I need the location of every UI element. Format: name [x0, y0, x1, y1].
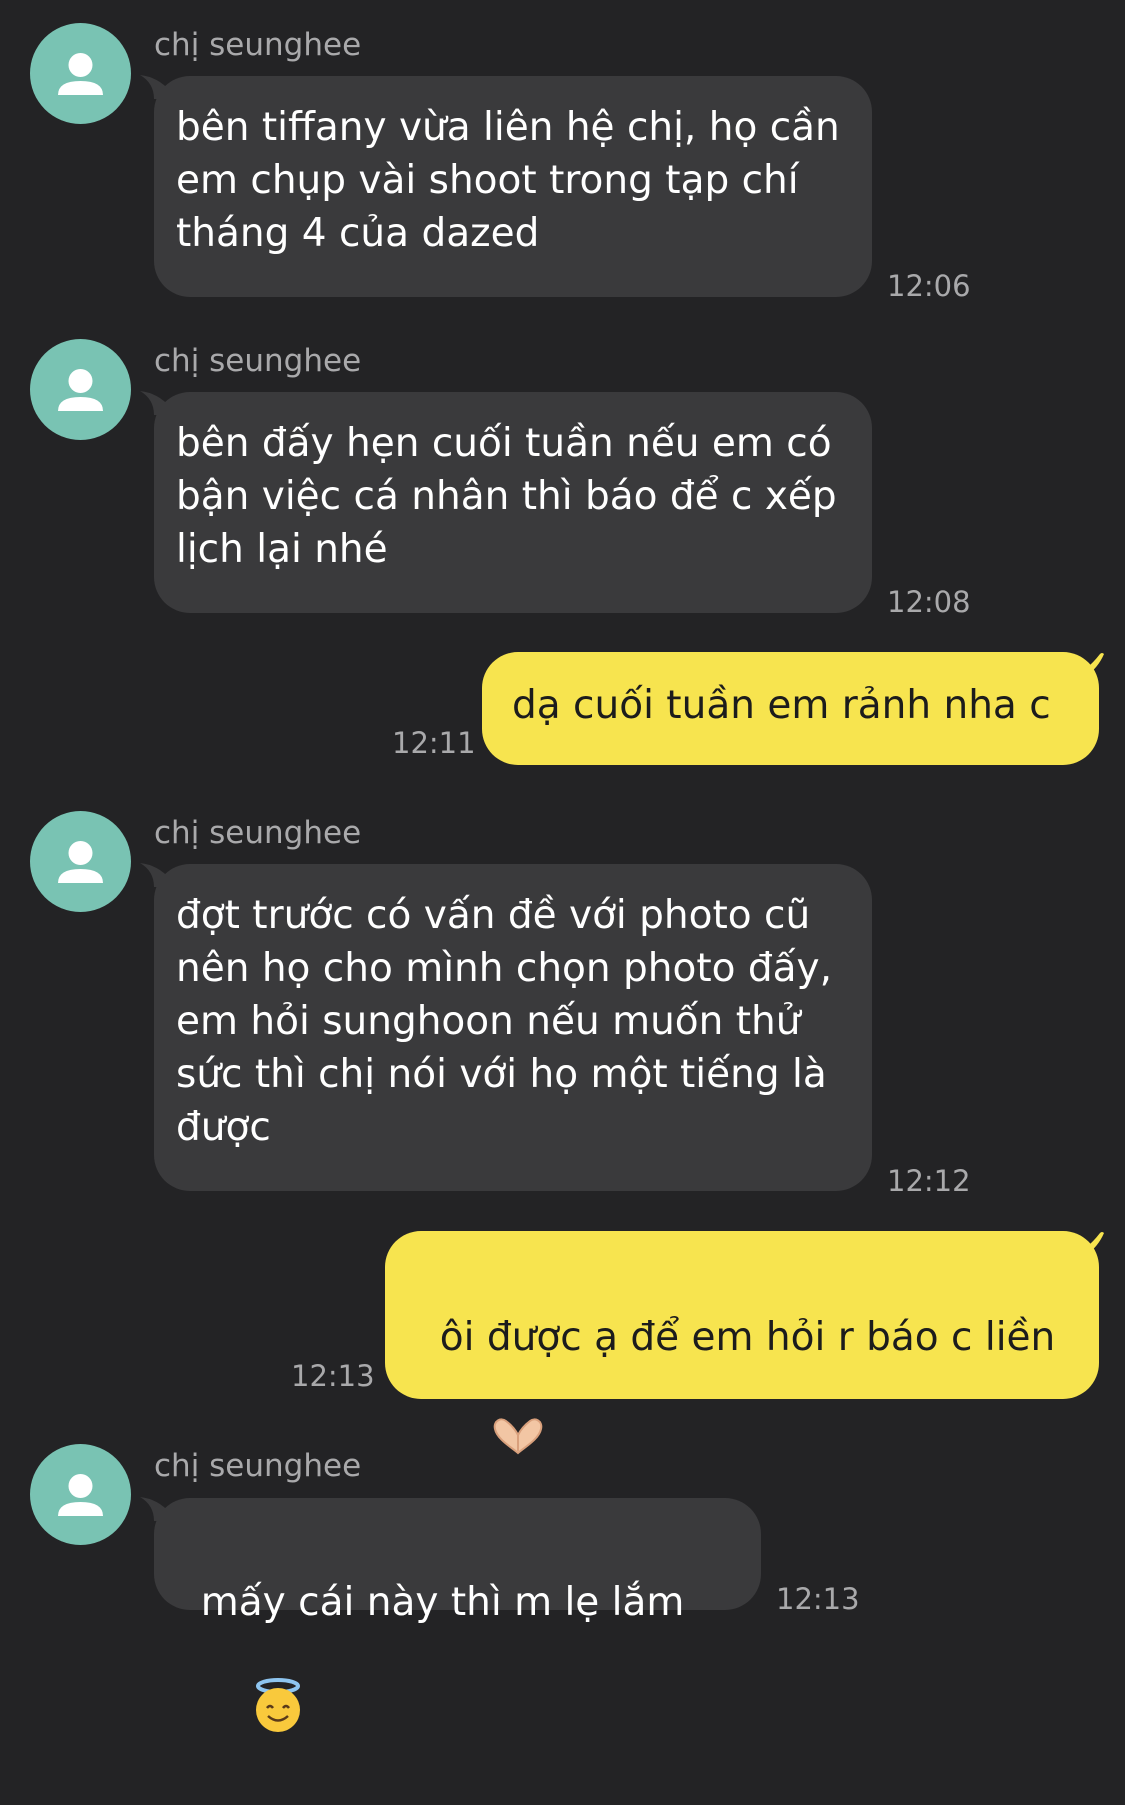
message-time: 12:11 — [392, 726, 476, 760]
sender-avatar[interactable] — [30, 811, 131, 912]
message-bubble[interactable]: bên tiffany vừa liên hệ chị, họ cần em c… — [154, 76, 872, 297]
sender-avatar[interactable] — [30, 23, 131, 124]
sender-name: chị seunghee — [154, 1448, 362, 1484]
person-icon — [58, 1474, 103, 1516]
message-bubble[interactable]: mấy cái này thì m lẹ lắm — [154, 1498, 761, 1732]
message-text: ôi được ạ để em hỏi r báo c liền — [439, 1315, 1056, 1360]
person-icon — [58, 369, 103, 411]
bubble-tail — [1072, 653, 1104, 676]
message-time: 12:08 — [887, 585, 971, 619]
message-time: 12:06 — [887, 269, 971, 303]
sender-avatar[interactable] — [30, 1444, 131, 1545]
person-icon — [58, 841, 103, 883]
message-bubble[interactable]: dạ cuối tuần em rảnh nha c — [482, 652, 1099, 765]
sender-name: chị seunghee — [154, 815, 362, 851]
bubble-tail — [1072, 1232, 1104, 1255]
message-time: 12:13 — [291, 1359, 375, 1393]
smiling-face-with-halo-emoji — [201, 1625, 307, 1801]
person-icon — [58, 53, 103, 95]
sender-name: chị seunghee — [154, 343, 362, 379]
sender-avatar[interactable] — [30, 339, 131, 440]
message-bubble[interactable]: ôi được ạ để em hỏi r báo c liền — [385, 1231, 1099, 1455]
message-time: 12:13 — [776, 1582, 860, 1616]
message-text: mấy cái này thì m lẹ lắm — [200, 1580, 685, 1625]
message-bubble[interactable]: đợt trước có vấn đề với photo cũ nên họ … — [154, 864, 872, 1191]
message-time: 12:12 — [887, 1164, 971, 1198]
sender-name: chị seunghee — [154, 27, 362, 63]
message-bubble[interactable]: bên đấy hẹn cuối tuần nếu em có bận việc… — [154, 392, 872, 613]
